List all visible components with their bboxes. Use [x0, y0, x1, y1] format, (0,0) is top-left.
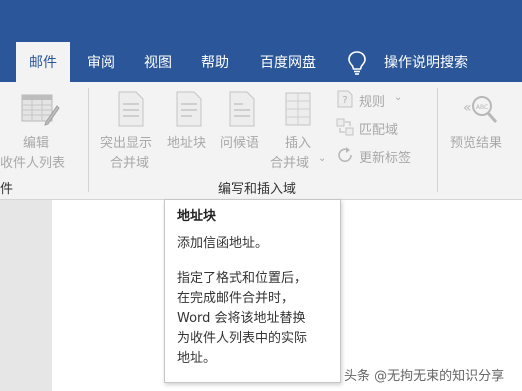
- tab-mailings[interactable]: 邮件: [16, 42, 70, 82]
- highlight-merge-fields-line2[interactable]: 合并域: [110, 152, 149, 171]
- group-separator: [437, 88, 438, 192]
- group-separator: [88, 88, 89, 192]
- lightbulb-icon[interactable]: [345, 50, 369, 76]
- highlight-merge-fields-icon[interactable]: [116, 90, 146, 128]
- edit-recipients-label-line1[interactable]: 编辑: [23, 132, 49, 151]
- tooltip-title: 地址块: [177, 209, 217, 224]
- tooltip-body: 指定了格式和位置后， 在完成邮件合并时， Word 会将该地址替换 为收件人列表…: [177, 269, 330, 369]
- insert-merge-field-line2[interactable]: 合并域: [270, 152, 309, 171]
- ribbon-tab-strip: 邮件 审阅 视图 帮助 百度网盘 操作说明搜索: [0, 42, 522, 82]
- tab-view[interactable]: 视图: [137, 42, 179, 82]
- match-fields-icon[interactable]: [336, 118, 354, 136]
- tooltip-body-line: 指定了格式和位置后，: [177, 271, 308, 286]
- address-block-tooltip: 地址块 添加信函地址。 指定了格式和位置后， 在完成邮件合并时， Word 会将…: [164, 199, 341, 383]
- edit-recipient-list-icon[interactable]: [20, 92, 60, 128]
- write-insert-group-label: 编写和插入域: [218, 182, 297, 197]
- preview-results-icon[interactable]: « ABC: [460, 92, 500, 126]
- insert-merge-field-icon[interactable]: [283, 90, 313, 128]
- greeting-line-icon[interactable]: [227, 90, 257, 128]
- update-labels-label[interactable]: 更新标签: [359, 147, 411, 166]
- title-bar: [0, 0, 522, 42]
- tooltip-body-line: 在完成邮件合并时，: [177, 291, 295, 306]
- greeting-line-label[interactable]: 问候语: [220, 132, 259, 151]
- chevron-down-icon[interactable]: ⌄: [318, 153, 326, 164]
- tell-me-search[interactable]: 操作说明搜索: [378, 42, 474, 82]
- preview-results-label[interactable]: 预览结果: [450, 132, 502, 151]
- ribbon: 编辑 收件人列表 件 突出显示 合并域 地址块 问候语 插入 合并域 ⌄ ? 规…: [0, 82, 522, 200]
- highlight-merge-fields-line1[interactable]: 突出显示: [100, 132, 152, 151]
- insert-merge-field-line1[interactable]: 插入: [285, 132, 311, 151]
- watermark: 头条 @无拘无束的知识分享: [344, 369, 505, 384]
- tab-review[interactable]: 审阅: [80, 42, 122, 82]
- tab-baidu-netdisk[interactable]: 百度网盘: [252, 42, 324, 82]
- address-block-label[interactable]: 地址块: [167, 132, 206, 151]
- rules-icon[interactable]: ?: [336, 90, 354, 108]
- tab-help[interactable]: 帮助: [194, 42, 236, 82]
- match-fields-label[interactable]: 匹配域: [359, 119, 398, 138]
- tooltip-subtitle: 添加信函地址。: [177, 236, 269, 251]
- start-group-label: 件: [0, 182, 14, 197]
- svg-text:?: ?: [342, 95, 347, 106]
- tooltip-body-line: Word 会将该地址替换: [177, 311, 306, 326]
- tooltip-body-line: 地址。: [177, 351, 217, 366]
- document-margin-area: [0, 200, 52, 391]
- svg-text:«: «: [463, 100, 472, 116]
- chevron-down-icon[interactable]: ⌄: [394, 92, 402, 103]
- svg-text:ABC: ABC: [476, 104, 488, 111]
- edit-recipients-label-line2[interactable]: 收件人列表: [0, 152, 65, 171]
- rules-label[interactable]: 规则: [359, 91, 385, 110]
- address-block-icon[interactable]: [174, 90, 204, 128]
- update-labels-icon[interactable]: [336, 146, 354, 164]
- tooltip-body-line: 为收件人列表中的实际: [177, 331, 308, 346]
